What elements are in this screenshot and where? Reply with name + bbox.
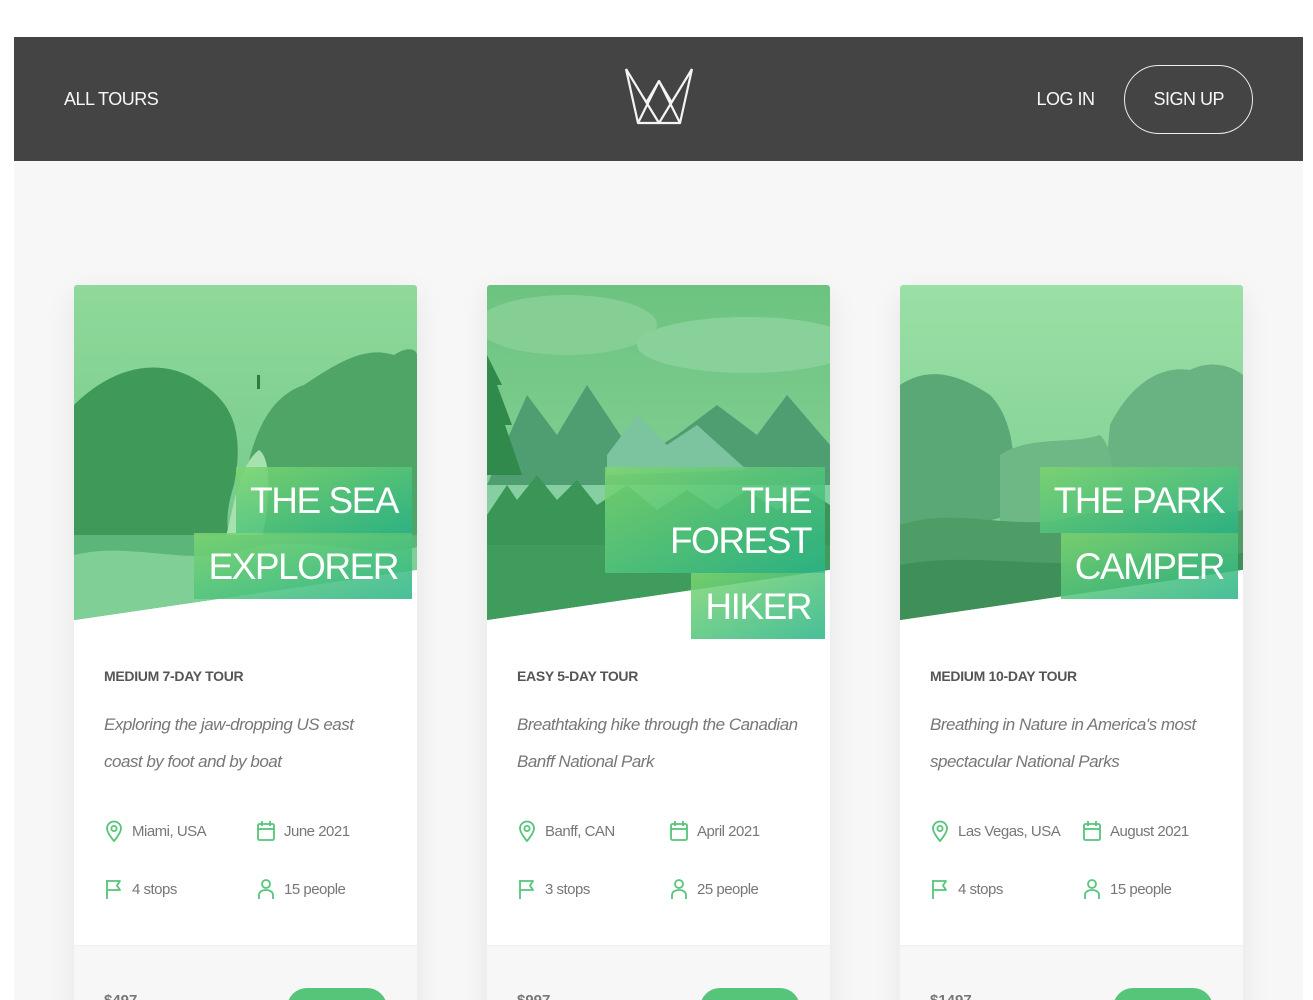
calendar-icon — [670, 821, 688, 841]
tour-title-line2: CAMPER — [1060, 533, 1238, 599]
tour-price: $1497 — [930, 992, 972, 1000]
app-window: ALL TOURS LOG IN SIGN UP THE SEA EXPLORE… — [14, 37, 1303, 1000]
card-header: THE SEA EXPLORER — [74, 285, 417, 620]
stops-text: 3 stops — [545, 880, 590, 898]
tour-date: June 2021 — [256, 820, 406, 842]
tour-title-line1: THE PARK — [1039, 467, 1238, 533]
tour-summary: Breathtaking hike through the Canadian B… — [517, 715, 798, 771]
tour-price: $997 — [517, 992, 550, 1000]
tour-title-line1: THE SEA — [236, 467, 412, 533]
stops-text: 4 stops — [958, 880, 1003, 898]
tour-data: Miami, USA June 2021 4 stops 15 people — [104, 820, 387, 900]
card-details: MEDIUM 7-DAY TOUR Exploring the jaw-drop… — [74, 620, 417, 900]
card-details: EASY 5-DAY TOUR Breathtaking hike throug… — [487, 620, 830, 900]
map-pin-icon — [932, 820, 948, 842]
location-text: Banff, CAN — [545, 822, 615, 840]
tour-title: THE PARK CAMPER — [1018, 467, 1238, 599]
tour-data: Las Vegas, USA August 2021 4 stops 15 pe… — [930, 820, 1213, 900]
map-pin-icon — [106, 820, 122, 842]
all-tours-link[interactable]: ALL TOURS — [64, 89, 159, 110]
top-navigation: ALL TOURS LOG IN SIGN UP — [14, 37, 1303, 161]
card-footer: $497 — [74, 945, 417, 1000]
tour-stops: 4 stops — [930, 878, 1082, 900]
tour-difficulty: MEDIUM 7-DAY TOUR — [104, 668, 244, 684]
tour-date: April 2021 — [669, 820, 819, 842]
tour-date: August 2021 — [1082, 820, 1232, 842]
calendar-icon — [257, 821, 275, 841]
tour-location: Banff, CAN — [517, 820, 669, 842]
crown-logo-icon[interactable] — [624, 67, 694, 127]
details-button[interactable] — [1113, 988, 1213, 1000]
tour-title-line1: THE FOREST — [605, 467, 825, 573]
nav-user-area: LOG IN SIGN UP — [1036, 64, 1253, 134]
people-text: 25 people — [697, 880, 759, 898]
tour-title-line2: EXPLORER — [194, 533, 412, 599]
tour-card: THE FOREST HIKER EASY 5-DAY TOUR Breatht… — [487, 285, 830, 1000]
details-button[interactable] — [287, 988, 387, 1000]
calendar-icon — [1083, 821, 1101, 841]
card-header: THE FOREST HIKER — [487, 285, 830, 639]
tour-group-size: 25 people — [669, 878, 819, 900]
tour-title: THE SEA EXPLORER — [192, 467, 412, 599]
flag-icon — [932, 880, 947, 899]
tour-summary: Breathing in Nature in America's most sp… — [930, 715, 1196, 771]
flag-icon — [519, 880, 534, 899]
tour-summary: Exploring the jaw-dropping US east coast… — [104, 715, 354, 771]
tour-price: $497 — [104, 992, 137, 1000]
tour-card: THE SEA EXPLORER MEDIUM 7-DAY TOUR Explo… — [74, 285, 417, 1000]
user-icon — [1084, 879, 1100, 899]
tour-stops: 3 stops — [517, 878, 669, 900]
user-icon — [258, 879, 274, 899]
tour-difficulty: MEDIUM 10-DAY TOUR — [930, 668, 1077, 684]
log-in-link[interactable]: LOG IN — [1036, 89, 1095, 110]
details-button[interactable] — [700, 988, 800, 1000]
tour-data: Banff, CAN April 2021 3 stops 25 people — [517, 820, 800, 900]
tour-title-line2: HIKER — [691, 573, 825, 639]
date-text: June 2021 — [284, 822, 350, 840]
tour-card-list: THE SEA EXPLORER MEDIUM 7-DAY TOUR Explo… — [74, 285, 1243, 1000]
tour-stops: 4 stops — [104, 878, 256, 900]
tour-title: THE FOREST HIKER — [605, 467, 825, 639]
card-footer: $1497 — [900, 945, 1243, 1000]
tour-location: Las Vegas, USA — [930, 820, 1082, 842]
date-text: April 2021 — [697, 822, 760, 840]
card-header: THE PARK CAMPER — [900, 285, 1243, 620]
location-text: Las Vegas, USA — [958, 822, 1061, 840]
tour-card: THE PARK CAMPER MEDIUM 10-DAY TOUR Breat… — [900, 285, 1243, 1000]
tour-group-size: 15 people — [256, 878, 406, 900]
user-icon — [671, 879, 687, 899]
stops-text: 4 stops — [132, 880, 177, 898]
tour-difficulty: EASY 5-DAY TOUR — [517, 668, 639, 684]
flag-icon — [106, 880, 121, 899]
map-pin-icon — [519, 820, 535, 842]
tour-location: Miami, USA — [104, 820, 256, 842]
people-text: 15 people — [284, 880, 346, 898]
people-text: 15 people — [1110, 880, 1172, 898]
tour-group-size: 15 people — [1082, 878, 1232, 900]
date-text: August 2021 — [1110, 822, 1189, 840]
card-details: MEDIUM 10-DAY TOUR Breathing in Nature i… — [900, 620, 1243, 900]
card-footer: $997 — [487, 945, 830, 1000]
sign-up-button[interactable]: SIGN UP — [1124, 64, 1253, 134]
location-text: Miami, USA — [132, 822, 207, 840]
